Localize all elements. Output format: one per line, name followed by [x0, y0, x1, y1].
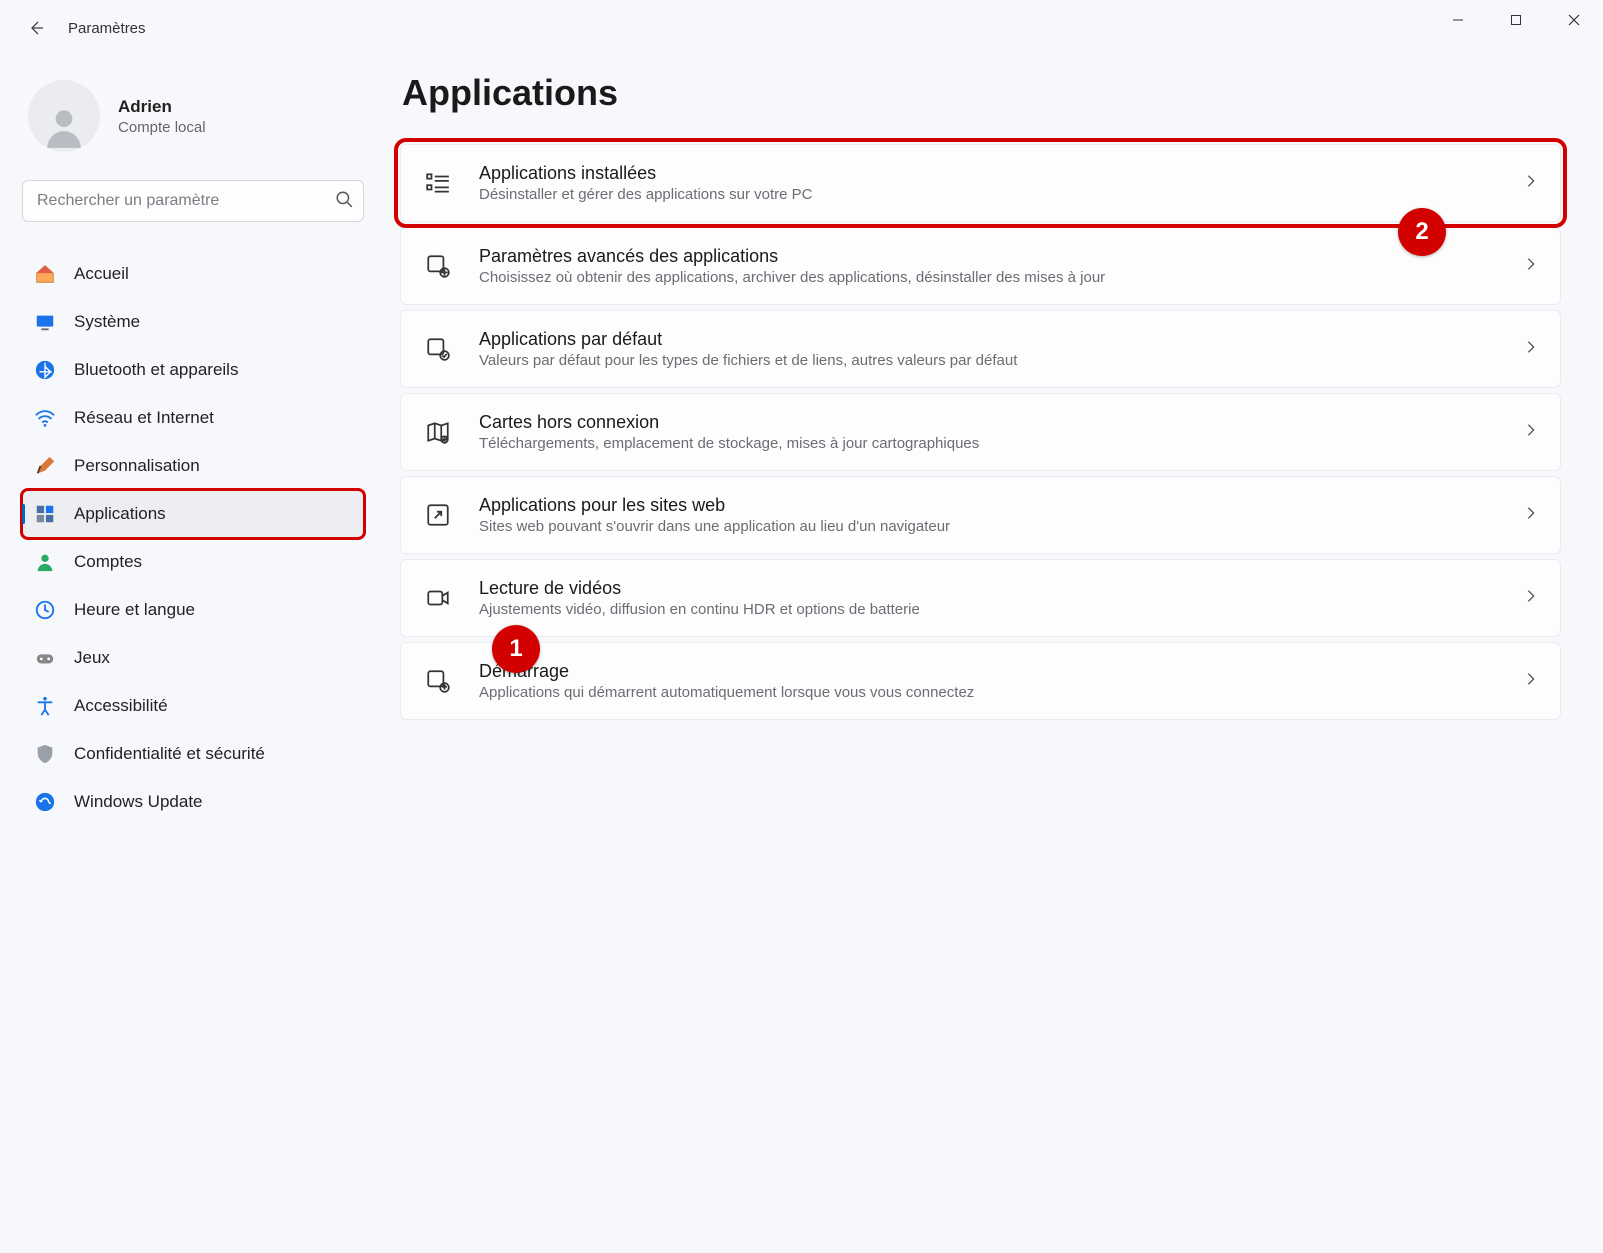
shield-icon: [34, 743, 56, 765]
sidebar: Adrien Compte local Accueil: [0, 56, 380, 1253]
default-apps-icon: [423, 334, 453, 364]
sidebar-item-personal[interactable]: Personnalisation: [22, 442, 364, 490]
sidebar-item-gaming[interactable]: Jeux: [22, 634, 364, 682]
sidebar-item-label: Heure et langue: [74, 600, 195, 620]
card-video-playback[interactable]: Lecture de vidéos Ajustements vidéo, dif…: [400, 559, 1561, 637]
clock-globe-icon: [34, 599, 56, 621]
sidebar-item-label: Confidentialité et sécurité: [74, 744, 265, 764]
person-icon: [34, 551, 56, 573]
sidebar-item-label: Applications: [74, 504, 166, 524]
chevron-right-icon: [1524, 174, 1538, 193]
card-desc: Ajustements vidéo, diffusion en continu …: [479, 601, 1498, 618]
titlebar: Paramètres: [0, 0, 1603, 56]
card-desc: Choisissez où obtenir des applications, …: [479, 269, 1498, 286]
search-box[interactable]: [22, 180, 364, 222]
sidebar-item-label: Personnalisation: [74, 456, 200, 476]
sidebar-item-accounts[interactable]: Comptes: [22, 538, 364, 586]
sidebar-item-label: Windows Update: [74, 792, 203, 812]
chevron-right-icon: [1524, 672, 1538, 691]
sidebar-item-label: Accueil: [74, 264, 129, 284]
card-title: Applications par défaut: [479, 329, 1498, 350]
close-button[interactable]: [1545, 0, 1603, 40]
card-desc: Téléchargements, emplacement de stockage…: [479, 435, 1498, 452]
window-title: Paramètres: [68, 20, 146, 37]
chevron-right-icon: [1524, 257, 1538, 276]
sidebar-item-label: Comptes: [74, 552, 142, 572]
sidebar-item-update[interactable]: Windows Update: [22, 778, 364, 826]
card-title: Cartes hors connexion: [479, 412, 1498, 433]
sidebar-item-label: Réseau et Internet: [74, 408, 214, 428]
window-controls: [1429, 0, 1603, 40]
gamepad-icon: [34, 647, 56, 669]
advanced-apps-icon: [423, 251, 453, 281]
nav: Accueil Système Bluetooth et appareils R…: [22, 250, 364, 826]
startup-icon: [423, 666, 453, 696]
card-startup[interactable]: Démarrage Applications qui démarrent aut…: [400, 642, 1561, 720]
sidebar-item-apps[interactable]: Applications: [22, 490, 364, 538]
sidebar-item-label: Accessibilité: [74, 696, 168, 716]
avatar: [28, 80, 100, 152]
profile[interactable]: Adrien Compte local: [28, 80, 364, 152]
open-app-icon: [423, 500, 453, 530]
sidebar-item-privacy[interactable]: Confidentialité et sécurité: [22, 730, 364, 778]
minimize-button[interactable]: [1429, 0, 1487, 40]
sidebar-item-label: Bluetooth et appareils: [74, 360, 238, 380]
video-icon: [423, 583, 453, 613]
search-input[interactable]: [37, 192, 335, 210]
card-desc: Valeurs par défaut pour les types de fic…: [479, 352, 1498, 369]
page-title: Applications: [402, 72, 1561, 114]
sidebar-item-label: Système: [74, 312, 140, 332]
annotation-marker-1: 1: [492, 625, 540, 673]
card-installed-apps[interactable]: Applications installées Désinstaller et …: [400, 144, 1561, 222]
apps-icon: [34, 503, 56, 525]
chevron-right-icon: [1524, 340, 1538, 359]
card-desc: Sites web pouvant s'ouvrir dans une appl…: [479, 518, 1498, 535]
sidebar-item-access[interactable]: Accessibilité: [22, 682, 364, 730]
sidebar-item-home[interactable]: Accueil: [22, 250, 364, 298]
search-icon: [335, 190, 353, 213]
sidebar-item-network[interactable]: Réseau et Internet: [22, 394, 364, 442]
card-title: Lecture de vidéos: [479, 578, 1498, 599]
sidebar-item-time[interactable]: Heure et langue: [22, 586, 364, 634]
card-offline-maps[interactable]: Cartes hors connexion Téléchargements, e…: [400, 393, 1561, 471]
card-advanced-apps[interactable]: Paramètres avancés des applications Choi…: [400, 227, 1561, 305]
chevron-right-icon: [1524, 506, 1538, 525]
bluetooth-icon: [34, 359, 56, 381]
profile-name: Adrien: [118, 97, 206, 117]
home-icon: [34, 263, 56, 285]
sidebar-item-label: Jeux: [74, 648, 110, 668]
card-title: Paramètres avancés des applications: [479, 246, 1498, 267]
profile-subtitle: Compte local: [118, 119, 206, 136]
card-apps-for-websites[interactable]: Applications pour les sites web Sites we…: [400, 476, 1561, 554]
brush-icon: [34, 455, 56, 477]
card-desc: Désinstaller et gérer des applications s…: [479, 186, 1498, 203]
wifi-icon: [34, 407, 56, 429]
card-default-apps[interactable]: Applications par défaut Valeurs par défa…: [400, 310, 1561, 388]
maximize-button[interactable]: [1487, 0, 1545, 40]
annotation-marker-2: 2: [1398, 208, 1446, 256]
card-title: Applications pour les sites web: [479, 495, 1498, 516]
system-icon: [34, 311, 56, 333]
card-title: Applications installées: [479, 163, 1498, 184]
installed-apps-icon: [423, 168, 453, 198]
back-button[interactable]: [22, 14, 50, 42]
chevron-right-icon: [1524, 423, 1538, 442]
update-icon: [34, 791, 56, 813]
card-desc: Applications qui démarrent automatiqueme…: [479, 684, 1498, 701]
sidebar-item-bluetooth[interactable]: Bluetooth et appareils: [22, 346, 364, 394]
sidebar-item-system[interactable]: Système: [22, 298, 364, 346]
card-title: Démarrage: [479, 661, 1498, 682]
chevron-right-icon: [1524, 589, 1538, 608]
accessibility-icon: [34, 695, 56, 717]
map-icon: [423, 417, 453, 447]
